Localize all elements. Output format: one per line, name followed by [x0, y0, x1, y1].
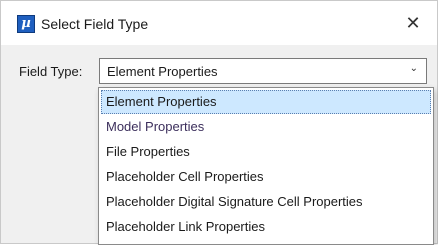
- field-type-label: Field Type:: [19, 64, 83, 79]
- field-type-selected-value: Element Properties: [107, 64, 218, 79]
- field-type-dropdown-list: Element Properties Model Properties File…: [98, 87, 434, 245]
- option-file-properties[interactable]: File Properties: [101, 140, 431, 164]
- option-placeholder-cell-properties[interactable]: Placeholder Cell Properties: [101, 165, 431, 189]
- title-bar: µ Select Field Type ✕: [1, 1, 437, 45]
- chevron-down-icon[interactable]: ⌄: [410, 63, 418, 74]
- app-logo-icon: µ: [17, 15, 35, 33]
- close-button[interactable]: ✕: [399, 9, 427, 37]
- dialog-title: Select Field Type: [41, 16, 149, 32]
- option-placeholder-digital-signature-cell-properties[interactable]: Placeholder Digital Signature Cell Prope…: [101, 190, 431, 214]
- select-field-type-dialog: µ Select Field Type ✕ Field Type: Elemen…: [0, 0, 438, 245]
- option-model-properties[interactable]: Model Properties: [101, 115, 431, 139]
- option-placeholder-link-properties[interactable]: Placeholder Link Properties: [101, 215, 431, 239]
- field-type-select[interactable]: Element Properties ⌄: [99, 58, 427, 84]
- option-element-properties[interactable]: Element Properties: [101, 90, 431, 114]
